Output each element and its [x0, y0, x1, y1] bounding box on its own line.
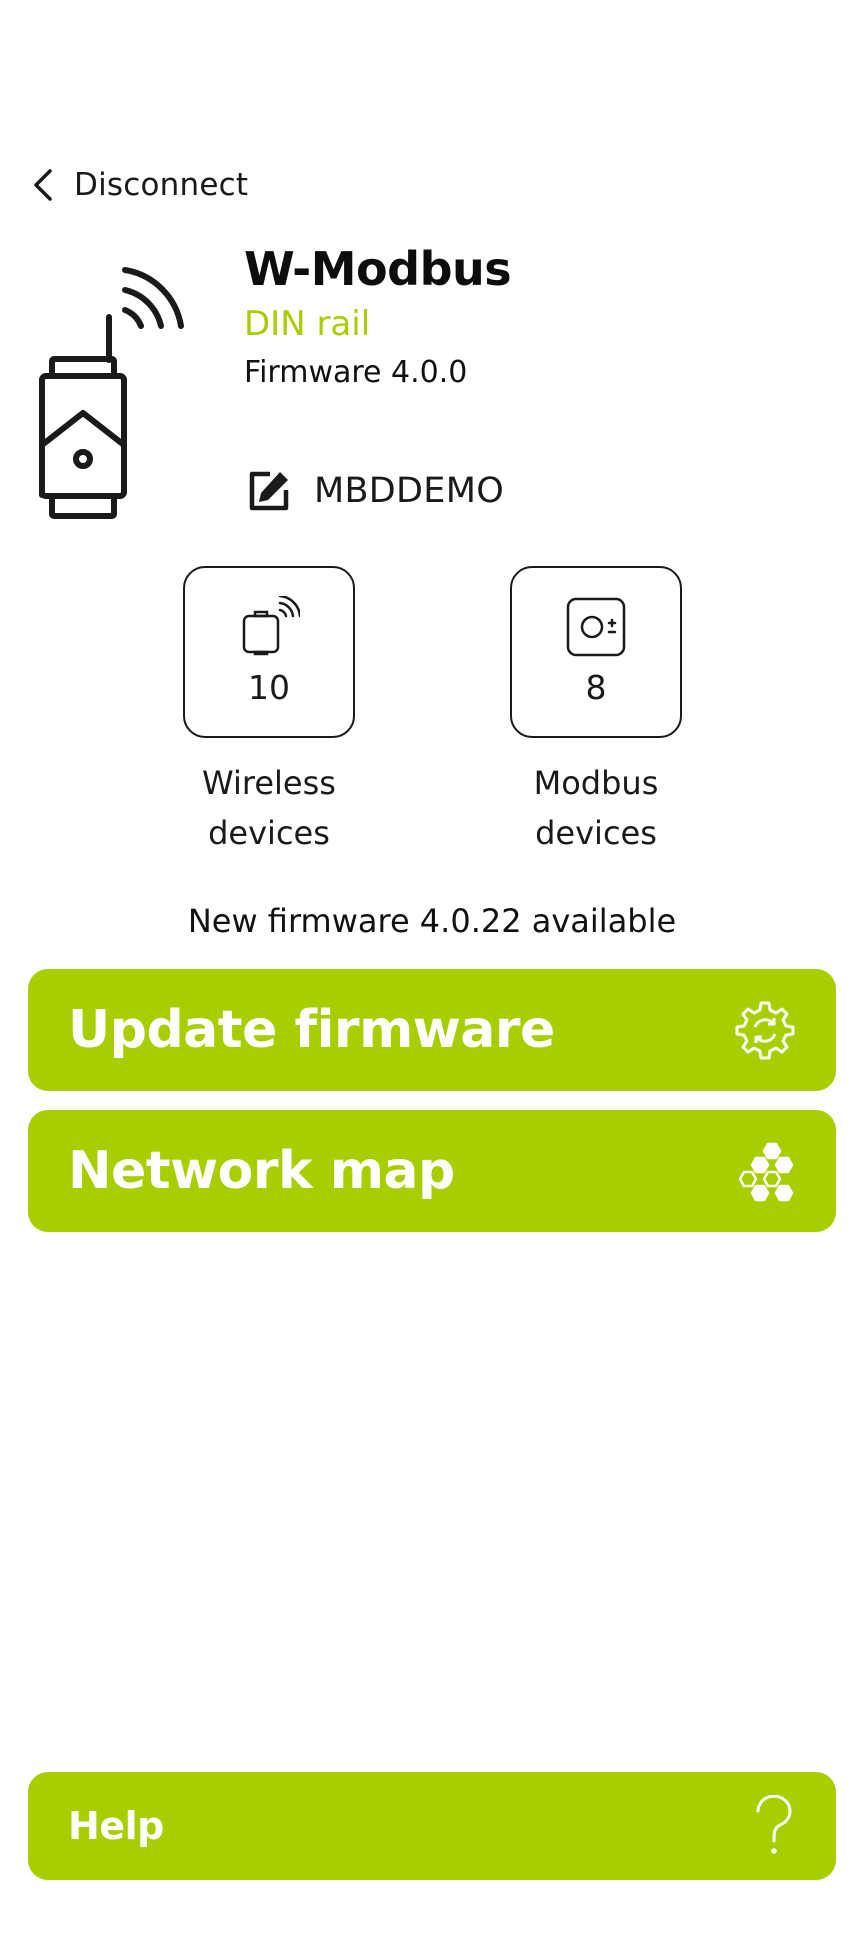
help-label: Help — [68, 1804, 164, 1848]
question-mark-icon — [756, 1795, 792, 1854]
modbus-devices-caption-line2: devices — [535, 814, 657, 852]
wireless-device-icon — [242, 596, 300, 656]
device-subtitle: DIN rail — [244, 304, 371, 344]
wireless-devices-caption: Wireless devices — [154, 758, 384, 858]
network-hexagon-icon — [738, 1142, 794, 1202]
network-map-label: Network map — [68, 1141, 455, 1201]
device-firmware: Firmware 4.0.0 — [244, 355, 468, 390]
modbus-devices-tile[interactable]: 8 — [510, 566, 682, 738]
update-firmware-button[interactable]: Update firmware — [28, 969, 836, 1091]
network-map-button[interactable]: Network map — [28, 1110, 836, 1232]
device-name: MBDDEMO — [314, 471, 505, 511]
modbus-devices-caption-line1: Modbus — [533, 764, 659, 802]
din-rail-gateway-icon — [39, 267, 184, 519]
wireless-devices-count: 10 — [248, 668, 290, 707]
wireless-devices-tile[interactable]: 10 — [183, 566, 355, 738]
update-firmware-label: Update firmware — [68, 1000, 555, 1060]
edit-icon — [249, 471, 289, 511]
device-name-edit[interactable]: MBDDEMO — [246, 468, 504, 514]
modbus-devices-count: 8 — [585, 668, 607, 707]
device-info: W-Modbus DIN rail Firmware 4.0.0 — [244, 240, 512, 394]
wireless-devices-caption-line1: Wireless — [202, 764, 336, 802]
disconnect-label: Disconnect — [74, 167, 249, 203]
device-title: W-Modbus — [244, 242, 512, 296]
gear-refresh-icon — [735, 1001, 795, 1060]
modbus-devices-caption: Modbus devices — [481, 758, 711, 858]
wireless-devices-caption-line2: devices — [208, 814, 330, 852]
disconnect-button[interactable]: Disconnect — [28, 160, 248, 210]
firmware-update-notice: New firmware 4.0.22 available — [187, 902, 677, 940]
chevron-left-icon — [34, 169, 52, 201]
help-button[interactable]: Help — [28, 1772, 836, 1880]
modbus-device-icon — [566, 597, 626, 657]
